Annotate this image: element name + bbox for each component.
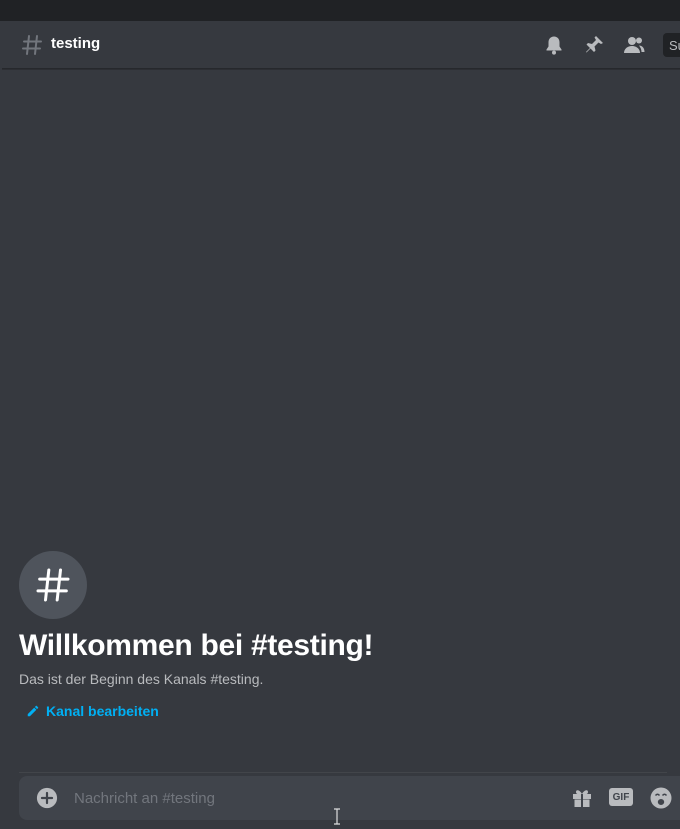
edit-channel-link[interactable]: Kanal bearbeiten (19, 703, 669, 719)
channel-welcome: Willkommen bei #testing! Das ist der Beg… (19, 551, 669, 719)
plus-circle-icon[interactable] (36, 787, 58, 809)
window-titlebar (0, 0, 680, 21)
welcome-title: Willkommen bei #testing! (19, 629, 374, 662)
gif-button[interactable]: GIF (609, 788, 633, 806)
message-composer: GIF (19, 776, 680, 820)
hash-icon (22, 35, 42, 55)
gift-icon[interactable] (570, 786, 594, 810)
pin-icon[interactable] (582, 33, 606, 57)
edit-channel-label: Kanal bearbeiten (46, 703, 159, 719)
channel-avatar (19, 551, 87, 619)
chat-area: testing Su Willkommen bei #testing! Das … (0, 21, 680, 829)
members-icon[interactable] (622, 33, 646, 57)
bell-icon[interactable] (542, 33, 566, 57)
pencil-icon (27, 705, 39, 717)
text-cursor-icon (334, 808, 340, 825)
emoji-icon[interactable] (649, 786, 673, 810)
divider (19, 772, 667, 773)
message-input[interactable] (74, 776, 554, 820)
channel-header: testing Su (2, 21, 680, 69)
search-input[interactable]: Su (663, 33, 680, 57)
large-hash-icon (36, 568, 70, 602)
welcome-subtitle: Das ist der Beginn des Kanals #testing. (19, 671, 264, 687)
channel-name: testing (51, 35, 101, 52)
